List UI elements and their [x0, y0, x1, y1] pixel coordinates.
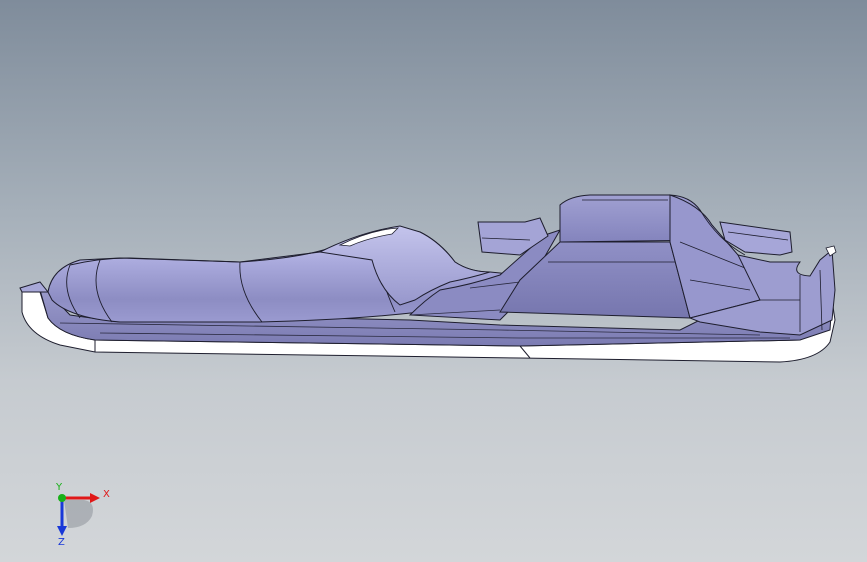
part-model[interactable]: [0, 0, 867, 562]
z-axis-label: Z: [58, 537, 65, 546]
triad-shadow: [64, 500, 93, 528]
coordinate-triad: X Y Z: [55, 482, 110, 546]
y-axis-dot: [58, 494, 66, 502]
left-end-cap: [19, 281, 50, 293]
x-axis-label: X: [103, 489, 110, 500]
z-axis-arrow: [57, 526, 67, 536]
graphics-viewport[interactable]: X Y Z: [0, 0, 867, 562]
y-axis-label: Y: [55, 482, 63, 493]
x-axis-arrow: [90, 493, 100, 503]
